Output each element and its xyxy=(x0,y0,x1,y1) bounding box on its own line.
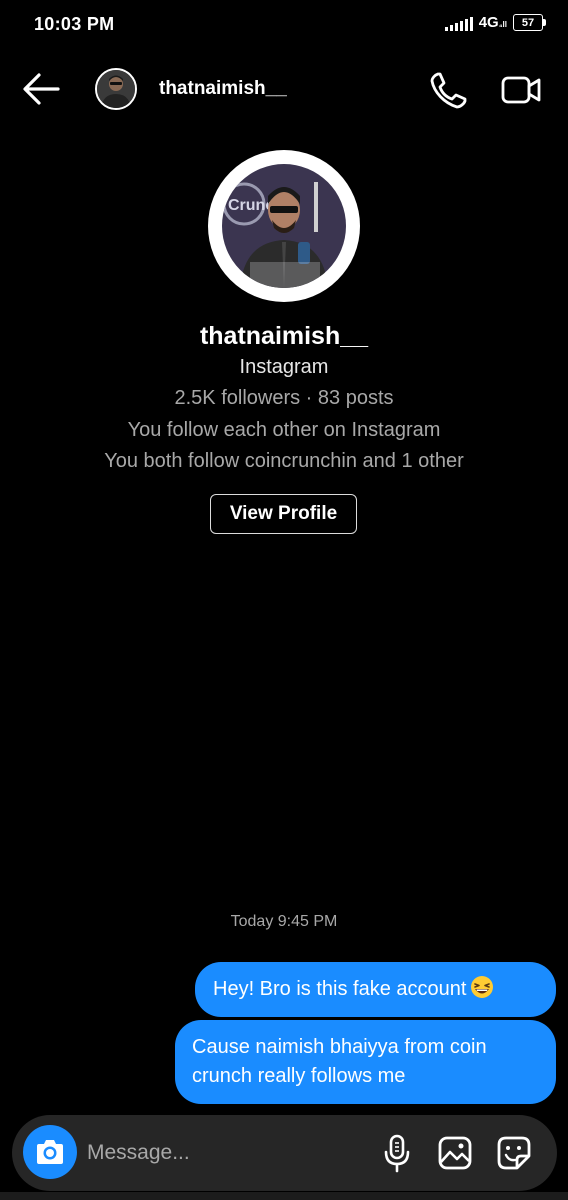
back-button[interactable] xyxy=(22,72,60,106)
grinning-squinting-face-icon xyxy=(471,976,494,998)
mutual-follow-text: You follow each other on Instagram xyxy=(127,419,441,441)
profile-platform: Instagram xyxy=(239,356,329,378)
camera-button[interactable] xyxy=(23,1125,77,1179)
voice-message-button[interactable] xyxy=(382,1133,412,1173)
message-text: Hey! Bro is this fake account xyxy=(213,978,467,1000)
profile-photo-icon xyxy=(97,70,135,108)
header-avatar[interactable] xyxy=(95,68,137,110)
message-bubble[interactable]: Cause naimish bhaiyya from coin crunch r… xyxy=(175,1020,556,1104)
sticker-icon xyxy=(497,1136,531,1170)
microphone-icon xyxy=(384,1134,410,1173)
profile-stats: 2.5K followers · 83 posts xyxy=(174,387,394,409)
signal-icon xyxy=(444,15,473,31)
arrow-left-icon xyxy=(23,73,60,105)
audio-call-button[interactable] xyxy=(430,71,468,109)
navigation-bar xyxy=(0,1192,568,1200)
profile-photo-icon: Crunch xyxy=(222,164,346,288)
battery-level: 57 xyxy=(513,14,543,31)
sticker-button[interactable] xyxy=(496,1135,532,1171)
network-type: 4G₄ll xyxy=(478,14,507,31)
mutual-friends-text: You both follow coincrunchin and 1 other xyxy=(104,450,464,472)
gallery-icon xyxy=(438,1136,472,1170)
profile-name: thatnaimish__ xyxy=(199,322,369,350)
video-camera-icon xyxy=(501,76,541,104)
view-profile-button[interactable]: View Profile xyxy=(210,494,357,534)
header-username[interactable]: thatnaimish__ xyxy=(159,78,287,100)
message-bubble[interactable]: Hey! Bro is this fake account xyxy=(195,962,556,1017)
message-timestamp: Today 9:45 PM xyxy=(230,913,338,930)
message-composer xyxy=(12,1115,557,1191)
message-text: Cause naimish bhaiyya from coin crunch r… xyxy=(192,1036,487,1087)
phone-icon xyxy=(430,72,467,109)
gallery-button[interactable] xyxy=(437,1135,473,1171)
status-indicators: 4G₄ll 57 xyxy=(444,14,546,31)
battery-icon: 57 xyxy=(513,14,546,31)
profile-avatar[interactable]: Crunch xyxy=(208,150,360,302)
status-time: 10:03 PM xyxy=(34,14,115,34)
message-input[interactable] xyxy=(87,1135,367,1171)
status-bar: 10:03 PM 4G₄ll 57 xyxy=(0,0,568,52)
chat-header: thatnaimish__ xyxy=(0,58,568,120)
video-call-button[interactable] xyxy=(500,72,542,108)
camera-icon xyxy=(37,1140,63,1164)
